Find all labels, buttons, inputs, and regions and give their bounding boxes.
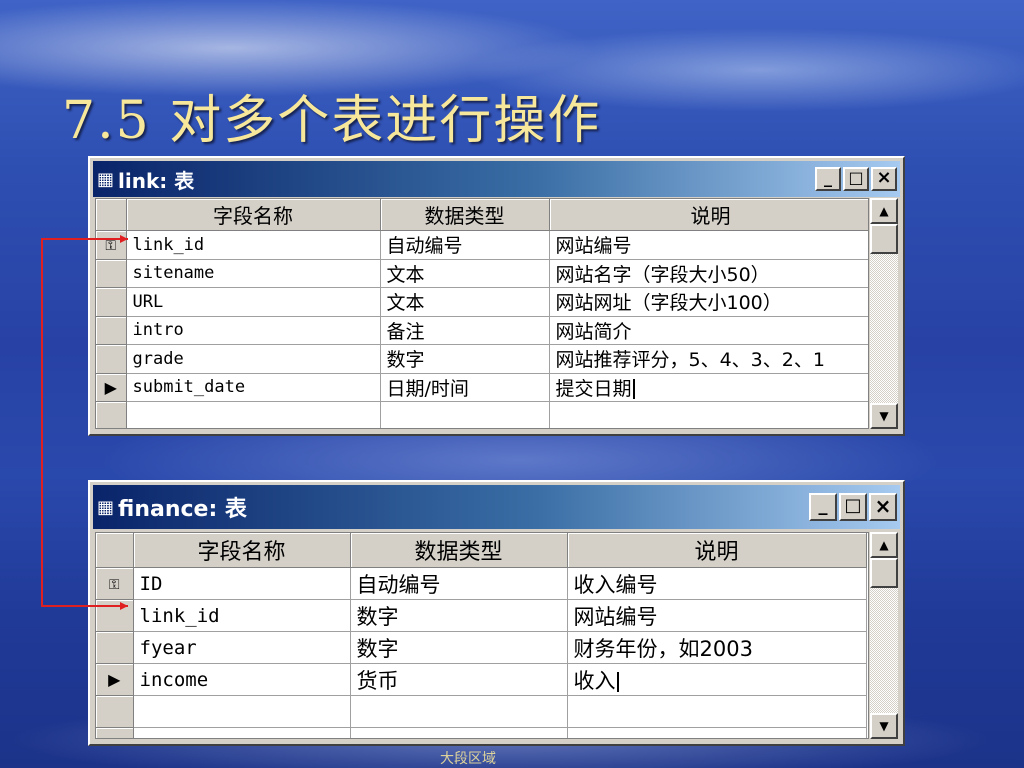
relationship-connector [41, 235, 128, 610]
connector-line [41, 238, 128, 607]
connector-arrow-bottom [120, 602, 128, 610]
connector-arrow-top [120, 235, 128, 243]
footer-text: 大段区域 [440, 751, 496, 767]
